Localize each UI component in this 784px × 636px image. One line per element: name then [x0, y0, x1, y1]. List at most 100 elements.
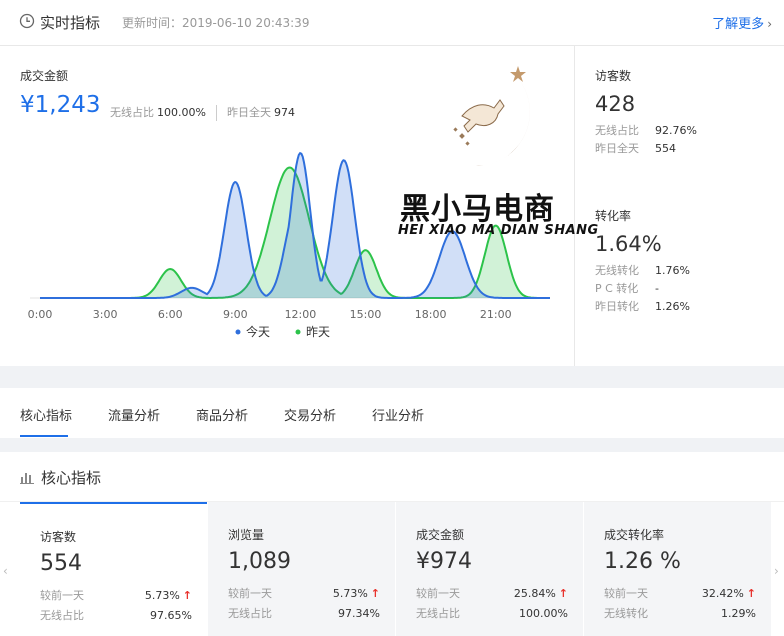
conversion-row-value: - [655, 282, 659, 295]
card-row-wireless: 无线占比 97.65% [40, 608, 192, 624]
analysis-tabs: 核心指标 流量分析 商品分析 交易分析 行业分析 [0, 388, 784, 438]
watermark-chinese-text: 黑小马电商 [400, 192, 555, 227]
card-row-key: 较前一天 [604, 587, 648, 600]
card-value: 1.26 % [604, 549, 681, 574]
conversion-value: 1.64% [595, 232, 662, 256]
card-row-key: 无线占比 [416, 607, 460, 620]
gmv-subinfo: 无线占比 100.00% 昨日全天 974 [110, 104, 295, 121]
realtime-header: 实时指标 更新时间：2019-06-10 20:43:39 了解更多 › [0, 0, 784, 46]
x-tick-label: 18:00 [415, 308, 447, 321]
visitors-row: 无线占比 92.76% [595, 122, 697, 140]
card-row-key: 无线占比 [40, 609, 84, 622]
card-value: 554 [40, 551, 82, 576]
up-arrow-icon: ↑ [558, 587, 568, 600]
watermark-english-text: HEI XIAO MA DIAN SHANG [398, 223, 599, 238]
metric-card-pageviews[interactable]: 浏览量 1,089 较前一天 5.73% ↑ 无线占比 97.34% [208, 502, 395, 636]
tab-traffic-analysis[interactable]: 流量分析 [108, 405, 160, 424]
card-value: ¥974 [416, 549, 472, 574]
card-row-key: 无线占比 [228, 607, 272, 620]
core-metrics-panel: 核心指标 ‹ 访客数 554 较前一天 5.73% ↑ 无线占比 97.65% 浏览量… [0, 452, 784, 636]
card-row-wireless: 无线转化 1.29% [604, 606, 756, 622]
x-tick-label: 6:00 [158, 308, 183, 321]
x-tick-label: 15:00 [350, 308, 382, 321]
card-row-change: 较前一天 25.84% ↑ [416, 586, 568, 602]
conversion-row-key: 昨日转化 [595, 300, 639, 313]
conversion-row: P C 转化 - [595, 280, 690, 298]
card-row-change: 较前一天 5.73% ↑ [228, 586, 380, 602]
tab-industry-analysis[interactable]: 行业分析 [372, 405, 424, 424]
metric-card-visitors[interactable]: 访客数 554 较前一天 5.73% ↑ 无线占比 97.65% [20, 502, 207, 636]
legend-dot-today [235, 329, 241, 335]
card-row-key: 无线转化 [604, 607, 648, 620]
card-row-change: 较前一天 5.73% ↑ [40, 588, 192, 604]
clock-icon [19, 13, 35, 29]
gmv-label: 成交金额 [20, 69, 69, 83]
tab-product-analysis[interactable]: 商品分析 [196, 405, 248, 424]
card-row-value: 25.84% [513, 587, 556, 600]
legend-dot-yesterday [295, 329, 301, 335]
gmv-wireless-label: 无线占比 [110, 106, 154, 119]
watermark: 黑小马电商 HEI XIAO MA DIAN SHANG [396, 58, 598, 248]
gmv-yesterday-value: 974 [273, 106, 295, 119]
card-row-wireless: 无线占比 97.34% [228, 606, 380, 622]
card-row-value: 1.29% [721, 607, 756, 620]
conversion-row-value: 1.26% [655, 300, 690, 313]
x-tick-label: 21:00 [480, 308, 512, 321]
conversion-row: 昨日转化 1.26% [595, 298, 690, 316]
x-tick-label: 3:00 [93, 308, 118, 321]
conversion-row-key: 无线转化 [595, 264, 639, 277]
card-label: 浏览量 [228, 528, 265, 542]
card-row-value: 97.34% [338, 607, 380, 620]
card-label: 访客数 [40, 530, 77, 544]
card-row-value: 32.42% [701, 587, 744, 600]
metric-card-conversion[interactable]: 成交转化率 1.26 % 较前一天 32.42% ↑ 无线转化 1.29% [584, 502, 771, 636]
card-row-key: 较前一天 [228, 587, 272, 600]
card-row-value: 5.73% [332, 587, 368, 600]
conversion-row-key: P C 转化 [595, 282, 639, 295]
learn-more-label: 了解更多 [712, 17, 765, 32]
card-value: 1,089 [228, 549, 291, 574]
x-tick-label: 9:00 [223, 308, 248, 321]
tab-core-metrics[interactable]: 核心指标 [20, 405, 72, 424]
conversion-label: 转化率 [595, 209, 632, 223]
carousel-right-arrow-icon[interactable]: › [774, 564, 779, 578]
card-row-wireless: 无线占比 100.00% [416, 606, 568, 622]
card-row-key: 较前一天 [416, 587, 460, 600]
core-metrics-title: 核心指标 [41, 469, 102, 487]
card-row-value: 97.65% [150, 609, 192, 622]
up-arrow-icon: ↑ [370, 587, 380, 600]
card-row-value: 100.00% [519, 607, 568, 620]
visitors-row-key: 昨日全天 [595, 142, 639, 155]
card-label: 成交金额 [416, 528, 465, 542]
visitors-row: 昨日全天 554 [595, 140, 697, 158]
x-tick-label: 0:00 [28, 308, 53, 321]
realtime-title: 实时指标 [40, 14, 101, 32]
conversion-row-value: 1.76% [655, 264, 690, 277]
card-row-change: 较前一天 32.42% ↑ [604, 586, 756, 602]
metric-card-gmv[interactable]: 成交金额 ¥974 较前一天 25.84% ↑ 无线占比 100.00% [396, 502, 583, 636]
card-label: 成交转化率 [604, 528, 665, 542]
conversion-block: 转化率 1.64% 无线转化 1.76% P C 转化 - 昨日转化 1.26% [595, 207, 690, 316]
gmv-value: ¥1,243 [20, 92, 101, 118]
moon-horse-logo [448, 66, 530, 166]
bar-chart-icon [20, 473, 34, 484]
card-row-key: 较前一天 [40, 589, 84, 602]
learn-more-link[interactable]: 了解更多 › [712, 13, 772, 32]
chevron-right-icon: › [767, 17, 772, 31]
legend-label-yesterday: 昨天 [306, 325, 330, 339]
realtime-panel: 实时指标 更新时间：2019-06-10 20:43:39 了解更多 › 成交金额… [0, 0, 784, 366]
card-row-value: 5.73% [144, 589, 180, 602]
visitors-row-value: 92.76% [655, 124, 697, 137]
tab-trade-analysis[interactable]: 交易分析 [284, 405, 336, 424]
visitors-row-key: 无线占比 [595, 124, 639, 137]
carousel-left-arrow-icon[interactable]: ‹ [3, 564, 8, 578]
gmv-yesterday-label: 昨日全天 [226, 106, 271, 119]
x-tick-label: 12:00 [285, 308, 317, 321]
visitors-block: 访客数 428 无线占比 92.76% 昨日全天 554 [595, 67, 697, 158]
up-arrow-icon: ↑ [746, 587, 756, 600]
core-metrics-header: 核心指标 [0, 452, 784, 502]
active-tab-underline [20, 435, 68, 437]
gmv-separator [215, 105, 217, 121]
gmv-wireless-value: 100.00% [157, 106, 206, 119]
update-time: 更新时间：2019-06-10 20:43:39 [122, 16, 310, 30]
